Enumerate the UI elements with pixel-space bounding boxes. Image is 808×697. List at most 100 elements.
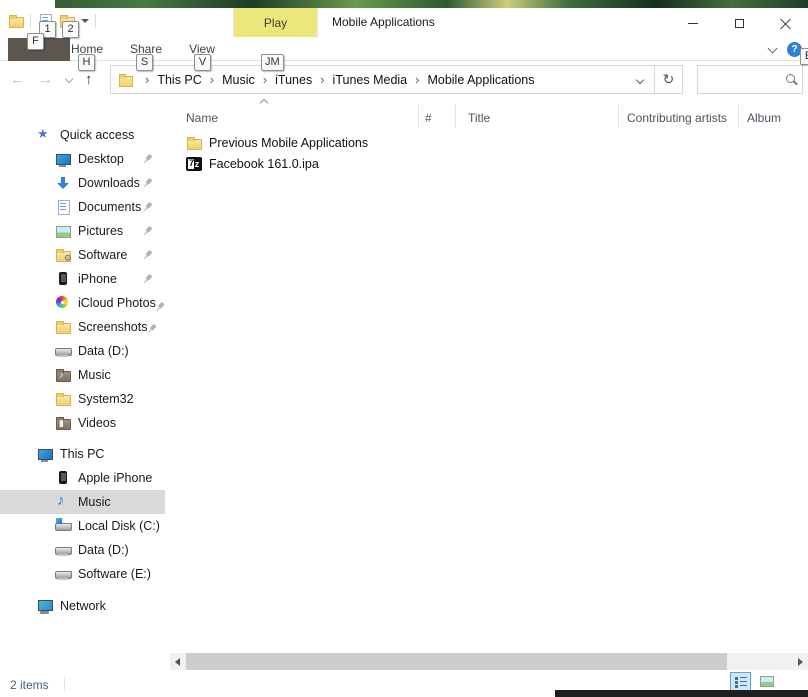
sidebar-item-label: Downloads xyxy=(78,176,140,190)
breadcrumb-itunes[interactable]: iTunes xyxy=(275,73,312,87)
sidebar-item-downloads[interactable]: Downloads xyxy=(0,171,165,195)
sidebar-item-label: Documents xyxy=(78,200,141,214)
file-row-facebook-ipa[interactable]: Facebook 161.0.ipa xyxy=(165,153,808,174)
navigation-pane: Quick access Desktop Downloads Documents xyxy=(0,98,165,670)
sort-ascending-icon xyxy=(260,99,268,107)
status-bar: 2 items xyxy=(0,670,808,697)
sidebar-item-data-d-2[interactable]: Data (D:) xyxy=(0,538,165,562)
sidebar-item-label: Videos xyxy=(78,416,116,430)
quick-access-star-icon xyxy=(37,127,53,143)
sidebar-item-videos[interactable]: ▮ Videos xyxy=(0,411,165,435)
scrollbar-thumb[interactable] xyxy=(186,653,727,670)
horizontal-scrollbar[interactable] xyxy=(170,653,808,670)
forward-button[interactable]: → xyxy=(38,71,53,88)
system-drive-icon xyxy=(55,518,71,534)
sidebar-item-system32[interactable]: System32 xyxy=(0,387,165,411)
sidebar-item-label: iCloud Photos xyxy=(78,296,156,310)
breadcrumb-itunes-media[interactable]: iTunes Media xyxy=(333,73,408,87)
column-header-number[interactable]: # xyxy=(425,108,450,128)
sidebar-item-iphone[interactable]: iPhone xyxy=(0,267,165,291)
column-divider[interactable] xyxy=(418,105,419,127)
qat-customize-chevron-icon[interactable] xyxy=(81,19,89,23)
folder-video-icon: ▮ xyxy=(55,415,71,431)
items-count: 2 items xyxy=(10,678,49,692)
background-window-strip xyxy=(555,690,808,697)
breadcrumb-mobile-applications[interactable]: Mobile Applications xyxy=(427,73,534,87)
thumbnails-view-button[interactable] xyxy=(756,672,777,691)
sidebar-item-software-e[interactable]: Software (E:) xyxy=(0,562,165,586)
scroll-left-arrow-icon[interactable] xyxy=(170,653,185,670)
address-row: ← → ↑ › This PC › Music › iTunes › iTune… xyxy=(0,61,808,98)
search-icon[interactable] xyxy=(784,72,802,88)
column-header-album[interactable]: Album xyxy=(747,108,807,128)
breadcrumb-chevron-icon: › xyxy=(263,72,267,87)
sidebar-item-icloud-photos[interactable]: iCloud Photos xyxy=(0,291,165,315)
column-divider[interactable] xyxy=(455,105,456,127)
sidebar-item-documents[interactable]: Documents xyxy=(0,195,165,219)
folder-icon xyxy=(186,135,202,151)
sidebar-item-this-pc[interactable]: This PC xyxy=(0,442,165,466)
column-header-title[interactable]: Title xyxy=(468,108,588,128)
view-switcher xyxy=(730,672,777,691)
recent-locations-chevron-icon[interactable] xyxy=(65,74,73,82)
breadcrumb-chevron-icon: › xyxy=(415,72,419,87)
maximize-button[interactable] xyxy=(716,8,762,38)
ribbon-right-controls: ? xyxy=(769,42,802,57)
icloud-photos-icon xyxy=(55,295,71,311)
sidebar-item-pictures[interactable]: Pictures xyxy=(0,219,165,243)
breadcrumb-this-pc[interactable]: This PC xyxy=(157,73,201,87)
sidebar-item-desktop[interactable]: Desktop xyxy=(0,147,165,171)
sidebar-item-label: Data (D:) xyxy=(78,344,129,358)
keytip-file: F xyxy=(27,33,44,50)
ribbon-tab-row: Home Share View ? xyxy=(0,38,808,61)
minimize-button[interactable] xyxy=(670,8,716,38)
file-name: Previous Mobile Applications xyxy=(209,136,368,150)
column-header-contributing-artists[interactable]: Contributing artists xyxy=(627,108,735,128)
file-name: Facebook 161.0.ipa xyxy=(209,157,319,171)
contextual-group-play[interactable]: Play xyxy=(234,8,317,37)
sidebar-item-music-selected[interactable]: Music xyxy=(0,490,165,514)
breadcrumb-chevron-icon: › xyxy=(320,72,324,87)
sidebar-item-label: Screenshots xyxy=(78,320,147,334)
sidebar-item-apple-iphone[interactable]: Apple iPhone xyxy=(0,466,165,490)
breadcrumb-music[interactable]: Music xyxy=(222,73,255,87)
up-button[interactable]: ↑ xyxy=(85,71,93,88)
explorer-window: Mobile Applications Play Music Tools Hom… xyxy=(0,8,808,697)
toolbar-divider xyxy=(30,14,31,28)
file-list-pane: Name # Title Contributing artists Album … xyxy=(165,98,808,670)
sidebar-item-local-disk-c[interactable]: Local Disk (C:) xyxy=(0,514,165,538)
sidebar-item-label: Network xyxy=(60,599,106,613)
back-button[interactable]: ← xyxy=(10,71,25,88)
scroll-right-arrow-icon[interactable] xyxy=(793,653,808,670)
keytip-help: E xyxy=(800,48,808,65)
sidebar-item-data-d[interactable]: Data (D:) xyxy=(0,339,165,363)
divider xyxy=(64,677,65,691)
drive-icon xyxy=(55,566,71,582)
file-row-previous-mobile-applications[interactable]: Previous Mobile Applications xyxy=(165,132,808,153)
refresh-icon[interactable]: ↻ xyxy=(655,71,682,88)
details-view-button[interactable] xyxy=(730,672,751,691)
monitor-icon xyxy=(55,151,71,167)
sidebar-item-software[interactable]: ⚙ Software xyxy=(0,243,165,267)
minimize-icon xyxy=(688,23,698,24)
maximize-icon xyxy=(735,19,744,28)
sidebar-item-label: Local Disk (C:) xyxy=(78,519,160,533)
column-divider[interactable] xyxy=(618,105,619,127)
sidebar-item-screenshots[interactable]: Screenshots xyxy=(0,315,165,339)
column-divider[interactable] xyxy=(738,105,739,127)
folder-icon xyxy=(55,319,71,335)
column-header-name[interactable]: Name xyxy=(186,108,386,128)
sidebar-item-quick-access[interactable]: Quick access xyxy=(0,123,165,147)
sidebar-item-network[interactable]: Network xyxy=(0,594,165,618)
close-button[interactable] xyxy=(762,8,808,38)
search-input[interactable] xyxy=(698,73,784,87)
breadcrumb-chevron-icon: › xyxy=(210,72,214,87)
sidebar-item-label: Software xyxy=(78,248,127,262)
address-dropdown-chevron-icon[interactable] xyxy=(636,75,644,83)
minimize-ribbon-chevron-icon[interactable] xyxy=(768,43,778,53)
computer-icon xyxy=(37,446,53,462)
sidebar-item-label: Desktop xyxy=(78,152,124,166)
sidebar-item-music-folder[interactable]: ♪ Music xyxy=(0,363,165,387)
pin-icon xyxy=(140,271,156,287)
keytip-qat-2: 2 xyxy=(62,21,79,38)
